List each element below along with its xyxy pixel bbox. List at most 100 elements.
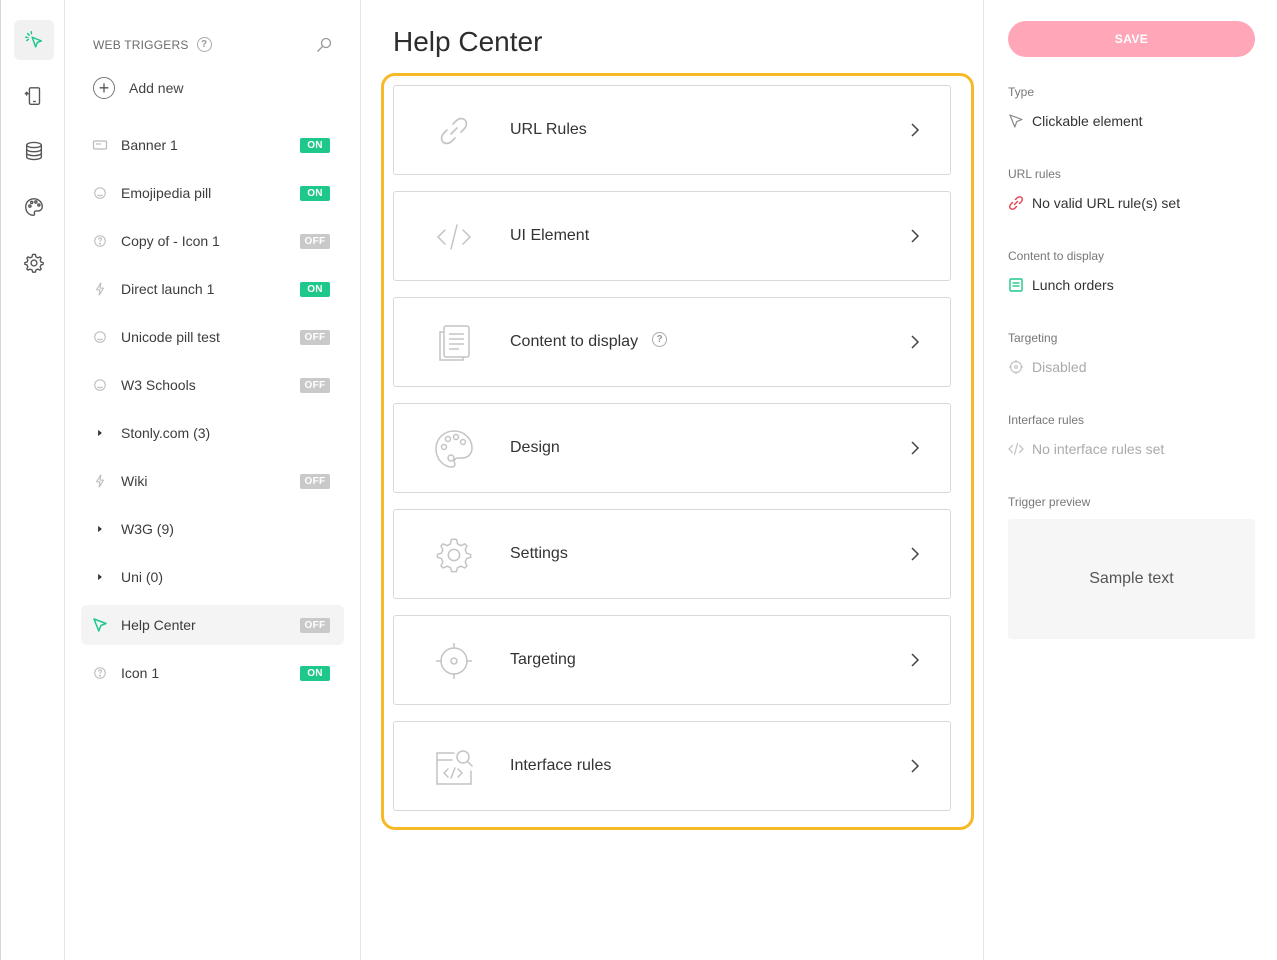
interface-search-icon — [436, 750, 473, 785]
card-interface-rules[interactable]: Interface rules — [393, 721, 951, 811]
trigger-list-item[interactable]: Icon 1 ON — [81, 653, 344, 693]
target-icon — [436, 643, 472, 679]
page-title: Help Center — [393, 26, 543, 57]
trigger-label: W3G (9) — [121, 521, 174, 537]
trigger-label: W3 Schools — [121, 377, 196, 393]
trigger-list-item[interactable]: Copy of - Icon 1 OFF — [81, 221, 344, 261]
content-label: Content to display — [1008, 249, 1105, 263]
status-badge: OFF — [300, 473, 330, 489]
trigger-label: Wiki — [121, 473, 148, 489]
trigger-list-item[interactable]: Direct launch 1 ON — [81, 269, 344, 309]
trigger-preview[interactable]: Sample text — [1008, 519, 1255, 639]
chevron-right-icon — [911, 759, 920, 773]
status-badge: ON — [300, 665, 330, 681]
trigger-list-item[interactable]: Uni (0) — [81, 557, 344, 597]
link-error-icon — [1009, 196, 1023, 210]
url-rules-value-text: No valid URL rule(s) set — [1032, 195, 1181, 211]
pill-icon — [92, 329, 108, 345]
card-content-to-display[interactable]: Content to display? — [393, 297, 951, 387]
targeting-value: Disabled — [1008, 359, 1086, 375]
card-targeting[interactable]: Targeting — [393, 615, 951, 705]
search-button[interactable] — [315, 36, 333, 59]
trigger-list-item[interactable]: Stonly.com (3) — [81, 413, 344, 453]
rail-web-triggers-button[interactable] — [14, 20, 54, 60]
caret-right-icon[interactable] — [92, 425, 108, 441]
status-badge: ON — [300, 137, 330, 153]
chevron-right-icon — [911, 335, 920, 349]
trigger-list-item[interactable]: Wiki OFF — [81, 461, 344, 501]
trigger-label: Stonly.com (3) — [121, 425, 211, 441]
app: WEB TRIGGERS ? + Add new Banner 1 ON Emoji… — [0, 0, 1277, 960]
triggers-sidebar: WEB TRIGGERS ? + Add new Banner 1 ON Emoji… — [65, 0, 361, 960]
help-icon[interactable]: ? — [652, 332, 668, 348]
content-value-text: Lunch orders — [1032, 277, 1114, 293]
save-button[interactable]: SAVE — [1008, 21, 1255, 57]
mobile-icon — [24, 87, 41, 105]
card-label-text: Content to display — [510, 333, 639, 350]
rail-mobile-button[interactable] — [14, 76, 54, 116]
card-label: Design — [510, 439, 560, 456]
trigger-list-item[interactable]: Unicode pill test OFF — [81, 317, 344, 357]
status-badge: ON — [300, 281, 330, 297]
trigger-list-item[interactable]: W3 Schools OFF — [81, 365, 344, 405]
targeting-value-text: Disabled — [1032, 359, 1087, 375]
trigger-list-item[interactable]: W3G (9) — [81, 509, 344, 549]
trigger-label: Banner 1 — [121, 137, 178, 153]
cursor-icon — [92, 617, 108, 633]
sidebar-title: WEB TRIGGERS — [93, 37, 189, 52]
status-badge: ON — [300, 185, 330, 201]
content-value: Lunch orders — [1008, 277, 1114, 293]
pill-icon — [92, 377, 108, 393]
card-settings[interactable]: Settings — [393, 509, 951, 599]
status-badge: OFF — [300, 233, 330, 249]
cursor-icon — [1009, 114, 1023, 128]
card-url-rules[interactable]: URL Rules — [393, 85, 951, 175]
help-icon — [92, 233, 108, 249]
sidebar-header: WEB TRIGGERS ? — [93, 37, 212, 52]
status-badge: OFF — [300, 377, 330, 393]
trigger-preview-label: Trigger preview — [1008, 495, 1091, 509]
interface-rules-label: Interface rules — [1008, 413, 1085, 427]
trigger-list-item[interactable]: Help Center OFF — [81, 605, 344, 645]
trigger-list-item[interactable]: Emojipedia pill ON — [81, 173, 344, 213]
card-ui-element[interactable]: UI Element — [393, 191, 951, 281]
type-label: Type — [1008, 85, 1035, 99]
status-badge: OFF — [300, 329, 330, 345]
interface-rules-value: No interface rules set — [1008, 441, 1164, 457]
code-icon — [1008, 442, 1024, 456]
interface-rules-value-text: No interface rules set — [1032, 441, 1165, 457]
type-value-text: Clickable element — [1032, 113, 1143, 129]
trigger-label: Help Center — [121, 617, 196, 633]
caret-right-icon[interactable] — [92, 521, 108, 537]
plus-icon: + — [93, 77, 115, 99]
type-value: Clickable element — [1008, 113, 1143, 129]
rail-settings-button[interactable] — [14, 243, 54, 283]
lightning-icon — [92, 281, 108, 297]
caret-right-icon[interactable] — [92, 569, 108, 585]
rail-data-button[interactable] — [14, 131, 54, 171]
icon-rail — [0, 0, 65, 960]
trigger-list-item[interactable]: Banner 1 ON — [81, 125, 344, 165]
trigger-label: Emojipedia pill — [121, 185, 212, 201]
add-new-label: Add new — [129, 80, 184, 96]
trigger-label: Icon 1 — [121, 665, 160, 681]
chevron-right-icon — [911, 653, 920, 667]
card-label: Targeting — [510, 651, 576, 668]
chevron-right-icon — [911, 441, 920, 455]
help-icon[interactable]: ? — [196, 37, 212, 52]
url-rules-value: No valid URL rule(s) set — [1008, 195, 1180, 211]
add-new-button[interactable]: + Add new — [93, 77, 183, 99]
lightning-icon — [92, 473, 108, 489]
main-panel: Help Center URL Rules UI Element Content… — [361, 0, 984, 960]
cursor-click-icon — [25, 31, 43, 48]
card-design[interactable]: Design — [393, 403, 951, 493]
palette-icon — [25, 198, 43, 216]
trigger-label: Unicode pill test — [121, 329, 220, 345]
card-label: Settings — [510, 545, 568, 562]
trigger-label: Direct launch 1 — [121, 281, 215, 297]
rail-themes-button[interactable] — [14, 187, 54, 227]
pill-icon — [92, 185, 108, 201]
database-icon — [25, 141, 43, 161]
gear-icon — [24, 253, 44, 273]
card-label: UI Element — [510, 227, 590, 244]
